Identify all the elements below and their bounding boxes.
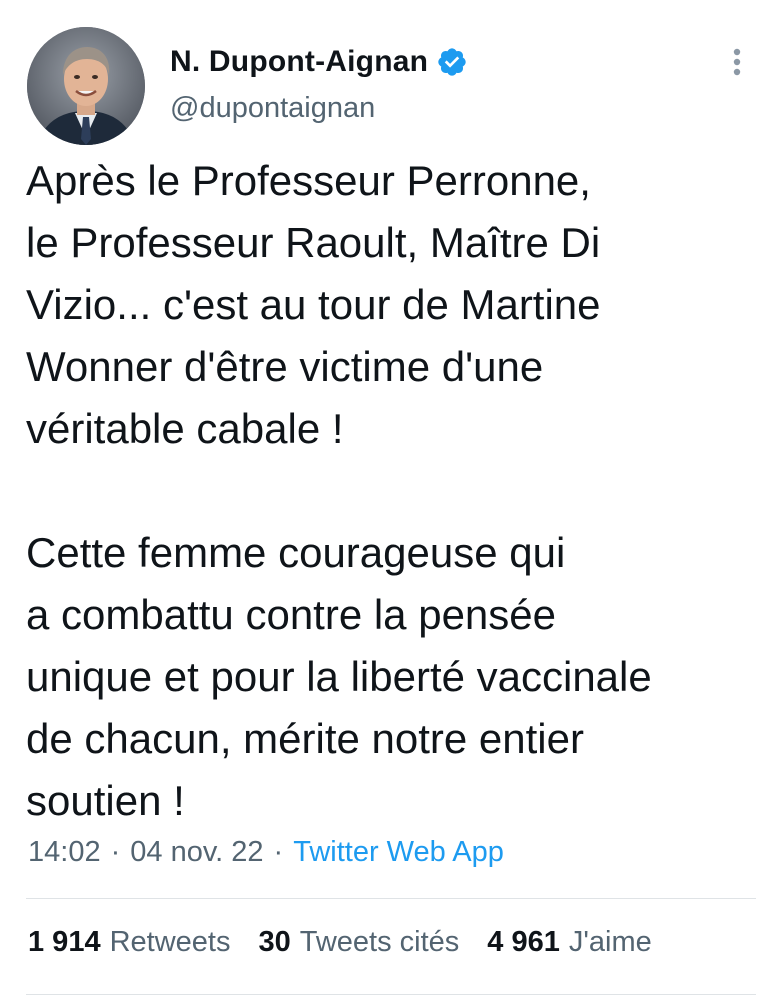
tweet-line: le Professeur Raoult, Maître Di [26, 219, 601, 266]
tweet-time[interactable]: 14:02 [28, 836, 101, 869]
quotes-label: Tweets cités [299, 926, 460, 958]
tweet-line: Vizio... c'est au tour de Martine [26, 281, 601, 328]
more-options-icon[interactable] [722, 44, 752, 80]
likes-stat[interactable]: 4 961 J'aime [487, 926, 651, 959]
tweet-line: Wonner d'être victime d'une [26, 343, 544, 390]
likes-label: J'aime [568, 926, 652, 958]
tweet-meta: 14:02 · 04 nov. 22 · Twitter Web App [28, 836, 504, 869]
retweets-label: Retweets [109, 926, 231, 958]
tweet-line: Après le Professeur Perronne, [26, 157, 591, 204]
verified-badge-icon [436, 46, 468, 78]
likes-count: 4 961 [487, 926, 560, 958]
tweet-stats: 1 914 Retweets 30 Tweets cités 4 961 J'a… [28, 926, 680, 959]
tweet-line: véritable cabale ! [26, 405, 344, 452]
meta-separator: · [110, 836, 121, 868]
author-handle[interactable]: @dupontaignan [170, 92, 375, 125]
retweets-stat[interactable]: 1 914 Retweets [28, 926, 230, 959]
tweet-line: soutien ! [26, 777, 185, 824]
tweet-line: Cette femme courageuse qui [26, 529, 566, 576]
tweet-card: N. Dupont-Aignan @dupontaignan Après le … [0, 0, 781, 1000]
divider [26, 994, 756, 995]
meta-separator: · [273, 836, 284, 868]
tweet-date[interactable]: 04 nov. 22 [130, 836, 263, 869]
quote-tweets-stat[interactable]: 30 Tweets cités [258, 926, 459, 959]
author-avatar[interactable] [27, 27, 145, 145]
quotes-count: 30 [258, 926, 291, 958]
tweet-source-link[interactable]: Twitter Web App [293, 836, 504, 869]
divider [26, 898, 756, 899]
tweet-body: Après le Professeur Perronne, le Profess… [26, 150, 766, 832]
avatar-photo [27, 27, 145, 145]
author-name-row[interactable]: N. Dupont-Aignan [170, 42, 468, 82]
author-display-name[interactable]: N. Dupont-Aignan [170, 45, 428, 79]
tweet-line: unique et pour la liberté vaccinale [26, 653, 652, 700]
tweet-line: a combattu contre la pensée [26, 591, 557, 638]
tweet-line: de chacun, mérite notre entier [26, 715, 584, 762]
retweets-count: 1 914 [28, 926, 101, 958]
